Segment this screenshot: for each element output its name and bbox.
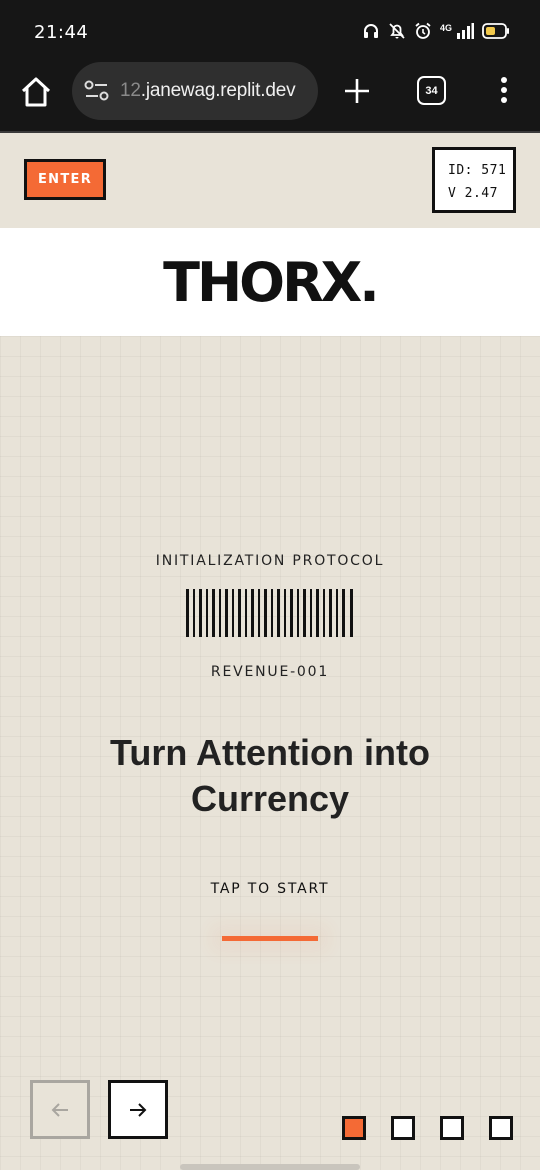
id-label: ID: 571 bbox=[448, 163, 507, 178]
home-icon[interactable] bbox=[18, 74, 54, 110]
pager-dot-1[interactable] bbox=[342, 1116, 366, 1140]
url-prefix: 12 bbox=[120, 80, 141, 101]
pager-dot-4[interactable] bbox=[489, 1116, 513, 1140]
status-icons: 4G bbox=[362, 22, 510, 40]
network-label: 4G bbox=[439, 22, 452, 33]
enter-button[interactable]: ENTER bbox=[24, 159, 106, 200]
tap-to-start-button[interactable]: TAP TO START bbox=[0, 881, 540, 897]
page-header: ENTER ID: 571 V 2.47 bbox=[0, 133, 540, 228]
arrow-left-icon bbox=[51, 1102, 68, 1117]
url-text: 12.janewag.replit.dev bbox=[120, 80, 296, 102]
url-main: .janewag.replit.dev bbox=[140, 80, 296, 101]
arrow-right-icon bbox=[130, 1102, 147, 1117]
tabs-icon[interactable]: 34 bbox=[417, 76, 446, 105]
previous-button[interactable] bbox=[30, 1080, 90, 1139]
site-settings-icon[interactable] bbox=[84, 79, 110, 103]
logo: THORX. bbox=[163, 250, 380, 314]
main-area[interactable]: INITIALIZATION PROTOCOL REVENUE-001 Turn… bbox=[0, 336, 540, 1170]
address-bar[interactable]: 12.janewag.replit.dev bbox=[72, 62, 318, 120]
pager-dot-2[interactable] bbox=[391, 1116, 415, 1140]
signal-icon bbox=[457, 23, 474, 39]
gesture-bar bbox=[180, 1164, 360, 1170]
protocol-label: INITIALIZATION PROTOCOL bbox=[155, 553, 385, 569]
id-version-box: ID: 571 V 2.47 bbox=[432, 147, 516, 213]
battery-icon bbox=[482, 23, 509, 39]
pager bbox=[342, 1116, 513, 1140]
status-bar: 21:44 4G bbox=[0, 0, 540, 62]
plus-icon[interactable] bbox=[342, 76, 372, 106]
alarm-icon bbox=[415, 22, 431, 39]
tab-count: 34 bbox=[425, 84, 438, 97]
bell-off-icon bbox=[389, 23, 405, 39]
logo-band: THORX. bbox=[0, 228, 540, 336]
pager-dot-3[interactable] bbox=[440, 1116, 464, 1140]
headline: Turn Attention into Currency bbox=[110, 732, 430, 819]
status-time: 21:44 bbox=[34, 22, 89, 43]
barcode-icon bbox=[186, 589, 353, 637]
headphones-icon bbox=[363, 24, 378, 38]
more-vert-icon[interactable] bbox=[494, 74, 514, 106]
tap-indicator-line bbox=[222, 936, 318, 941]
browser-toolbar: 12.janewag.replit.dev 34 bbox=[0, 62, 540, 132]
next-button[interactable] bbox=[108, 1080, 168, 1139]
revenue-label: REVENUE-001 bbox=[210, 664, 330, 680]
version-label: V 2.47 bbox=[448, 186, 498, 201]
